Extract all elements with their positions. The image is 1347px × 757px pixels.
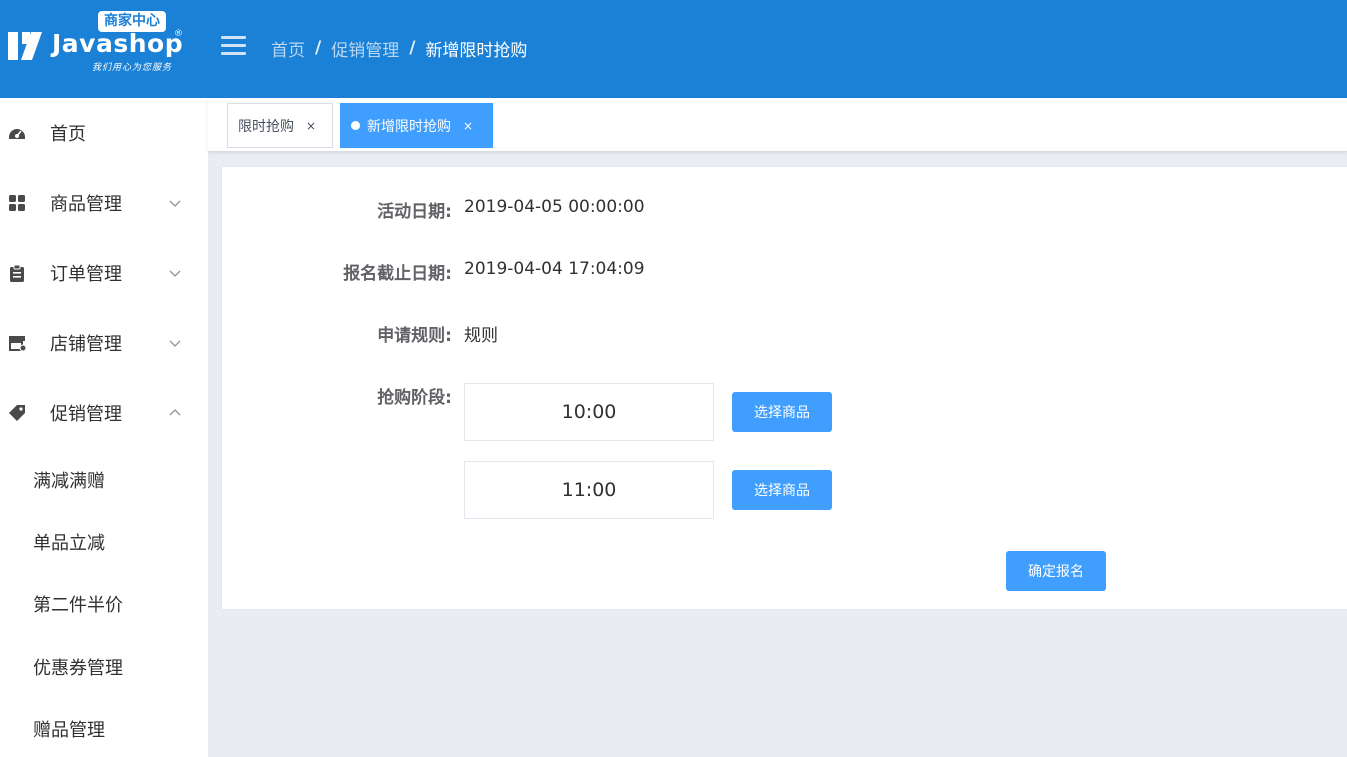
tags-view-bar: 限时抢购 × 新增限时抢购 × (208, 98, 1347, 152)
activity-date-label: 活动日期: (377, 202, 452, 222)
sidebar-subitem-second-half-price[interactable]: 第二件半价 (0, 573, 208, 635)
logo-mark-icon (8, 32, 42, 60)
goods-icon (9, 195, 25, 211)
sidebar: 首页 商品管理 订单管理 店铺管理 促销管理 满减满赠 单品立减 第二件半价 优… (0, 98, 208, 757)
stages-label: 抢购阶段: (377, 388, 452, 408)
deadline-label: 报名截止日期: (343, 264, 452, 284)
select-goods-button[interactable]: 选择商品 (732, 392, 832, 432)
breadcrumb-current: 新增限时抢购 (425, 40, 528, 61)
sidebar-item-label: 商品管理 (50, 194, 122, 215)
sidebar-subitem-label: 赠品管理 (33, 720, 105, 741)
breadcrumb-separator: / (315, 38, 322, 58)
sidebar-item-label: 促销管理 (50, 404, 122, 425)
brand-logo[interactable]: 商家中心 Javashop ® 我们用心为您服务 (8, 10, 188, 80)
sidebar-subitem-gifts[interactable]: 赠品管理 (0, 698, 208, 757)
sidebar-item-label: 首页 (50, 124, 86, 145)
dashboard-icon (9, 129, 25, 139)
flash-sale-form: 活动日期: 2019-04-05 00:00:00 报名截止日期: 2019-0… (221, 166, 1347, 610)
sidebar-subitem-single-discount[interactable]: 单品立减 (0, 511, 208, 573)
sidebar-subitem-coupons[interactable]: 优惠券管理 (0, 636, 208, 698)
sidebar-subitem-label: 第二件半价 (33, 595, 123, 616)
rules-value: 规则 (464, 326, 498, 346)
stage-time: 10:00 (464, 383, 714, 441)
chevron-down-icon (169, 270, 181, 277)
breadcrumb-separator: / (409, 38, 416, 58)
sidebar-subitem-label: 优惠券管理 (33, 658, 123, 679)
confirm-signup-button[interactable]: 确定报名 (1006, 551, 1106, 591)
chevron-up-icon (169, 409, 181, 416)
shop-icon (9, 336, 26, 352)
sidebar-item-shop[interactable]: 店铺管理 (0, 308, 208, 378)
sidebar-item-label: 订单管理 (50, 264, 122, 285)
sidebar-item-label: 店铺管理 (50, 334, 122, 355)
tab-flash-sale[interactable]: 限时抢购 × (227, 103, 333, 148)
tab-add-flash-sale[interactable]: 新增限时抢购 × (340, 103, 493, 148)
close-icon[interactable]: × (306, 119, 316, 133)
clipboard-icon (10, 264, 24, 282)
rules-label: 申请规则: (377, 326, 452, 346)
brand-slogan: 我们用心为您服务 (92, 63, 173, 73)
activity-date-value: 2019-04-05 00:00:00 (464, 197, 645, 217)
top-header: 商家中心 Javashop ® 我们用心为您服务 首页 / 促销管理 / 新增限… (0, 0, 1347, 98)
tab-label: 新增限时抢购 (367, 118, 451, 135)
chevron-down-icon (169, 340, 181, 347)
breadcrumb-promotion[interactable]: 促销管理 (331, 36, 399, 61)
close-icon[interactable]: × (463, 119, 473, 133)
sidebar-subitem-label: 满减满赠 (33, 471, 105, 492)
sidebar-item-promotion[interactable]: 促销管理 (0, 378, 208, 448)
stage-time: 11:00 (464, 461, 714, 519)
sidebar-subitem-label: 单品立减 (33, 533, 105, 554)
hamburger-menu-icon[interactable] (221, 36, 246, 56)
chevron-down-icon (169, 200, 181, 207)
tab-label: 限时抢购 (238, 118, 294, 135)
registered-mark: ® (174, 29, 183, 39)
deadline-value: 2019-04-04 17:04:09 (464, 259, 645, 279)
select-goods-button[interactable]: 选择商品 (732, 470, 832, 510)
active-dot-icon (351, 121, 360, 130)
breadcrumb-home[interactable]: 首页 (271, 36, 305, 61)
sidebar-subitem-full-reduction[interactable]: 满减满赠 (0, 449, 208, 511)
sidebar-item-home[interactable]: 首页 (0, 98, 208, 168)
sidebar-item-orders[interactable]: 订单管理 (0, 238, 208, 308)
breadcrumb: 首页 / 促销管理 / 新增限时抢购 (271, 36, 528, 61)
sidebar-item-goods[interactable]: 商品管理 (0, 168, 208, 238)
tag-icon (9, 405, 25, 421)
brand-name: Javashop (52, 29, 184, 58)
